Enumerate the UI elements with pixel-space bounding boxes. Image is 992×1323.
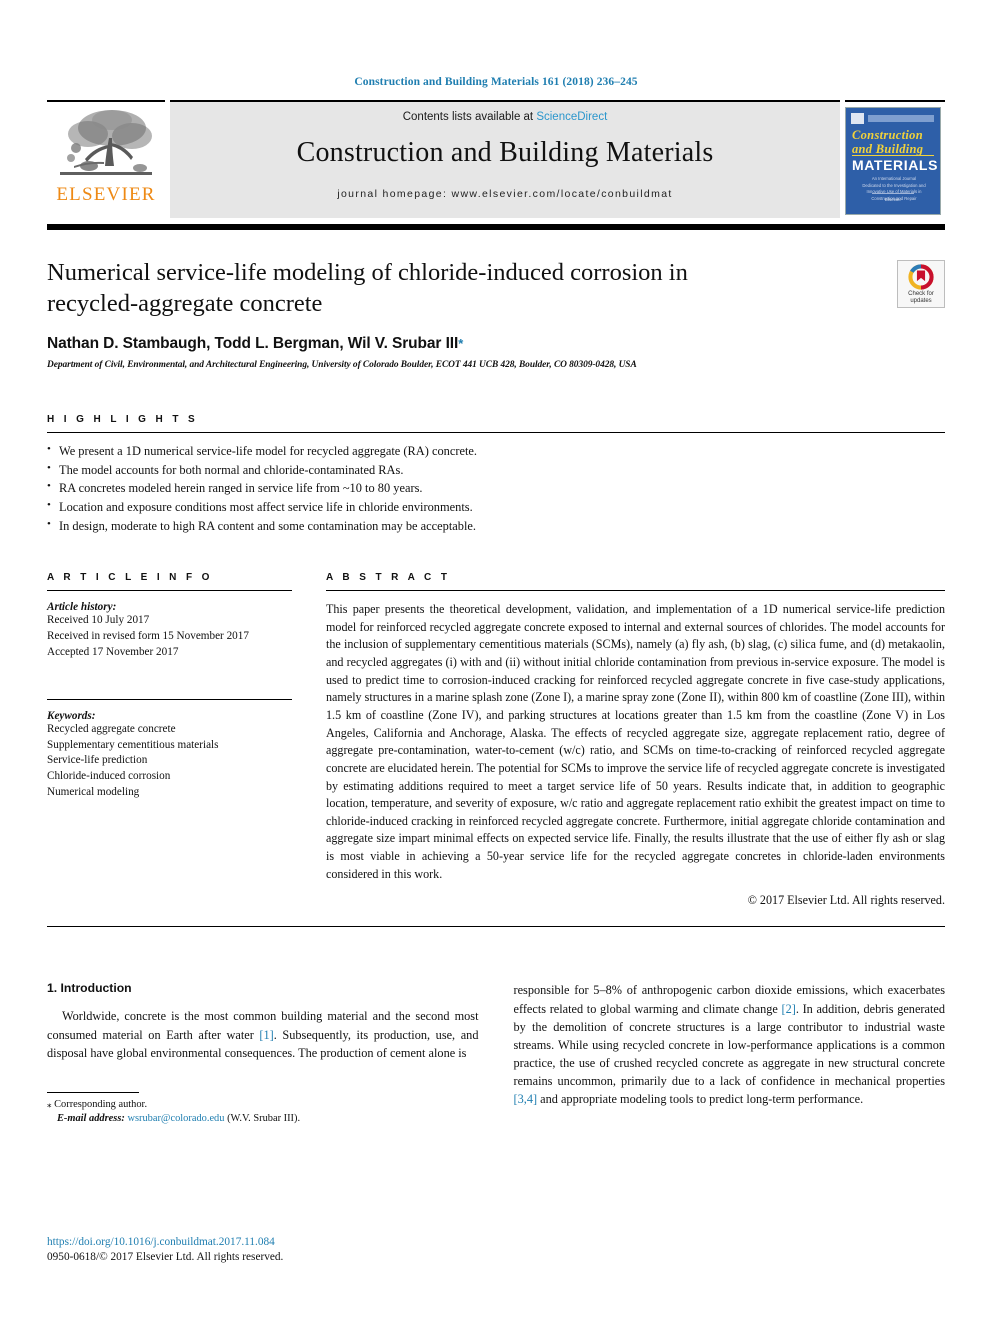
body-column-right: responsible for 5–8% of anthropogenic ca… <box>514 981 946 1107</box>
intro-paragraph-left: Worldwide, concrete is the most common b… <box>47 1007 479 1061</box>
abstract-rule <box>326 589 945 591</box>
footnote-block: ⁎ Corresponding author. E-mail address: … <box>47 1091 457 1128</box>
journal-cover-thumbnail: Construction and Building MATERIALS An I… <box>845 107 941 215</box>
email-label: E-mail address: <box>57 1113 125 1125</box>
crossmark-badge[interactable]: Check for updates <box>897 260 945 308</box>
footnote-star: ⁎ <box>47 1098 52 1109</box>
abstract-text: This paper presents the theoretical deve… <box>326 601 945 881</box>
title-block: Numerical service-life modeling of chlor… <box>47 258 945 370</box>
cover-publisher-mark-icon <box>851 113 864 124</box>
section-heading-introduction: 1. Introduction <box>47 981 132 996</box>
highlights-rule <box>47 431 945 433</box>
email-owner: (W.V. Srubar III). <box>227 1113 301 1125</box>
article-history: Article history: Received 10 July 2017 R… <box>47 601 292 661</box>
article-info-rule <box>47 589 292 591</box>
intro-paragraph-right: responsible for 5–8% of anthropogenic ca… <box>514 981 946 1107</box>
history-revised: Received in revised form 15 November 201… <box>47 629 249 642</box>
masthead-center: Contents lists available at ScienceDirec… <box>170 100 840 218</box>
page-title: Numerical service-life modeling of chlor… <box>47 259 688 317</box>
cover-footer: Elsevier <box>872 193 914 202</box>
history-accepted: Accepted 17 November 2017 <box>47 645 179 658</box>
keyword-item: Numerical modeling <box>47 786 140 799</box>
sciencedirect-link[interactable]: ScienceDirect <box>536 111 607 123</box>
abstract-copyright: © 2017 Elsevier Ltd. All rights reserved… <box>747 893 945 908</box>
running-head: Construction and Building Materials 161 … <box>354 76 638 88</box>
list-item: Location and exposure conditions most af… <box>47 497 945 517</box>
contents-prefix: Contents lists available at <box>402 111 537 123</box>
cover-title-line3: MATERIALS <box>852 157 939 173</box>
author-list: Nathan D. Stambaugh, Todd L. Bergman, Wi… <box>47 335 945 353</box>
body-column-left: 1. Introduction Worldwide, concrete is t… <box>47 981 479 1127</box>
footnote-corresponding-text: Corresponding author. <box>54 1098 148 1110</box>
highlights-section: H I G H L I G H T S We present a 1D nume… <box>47 414 945 536</box>
keyword-item: Supplementary cementitious materials <box>47 738 219 751</box>
citation-ref-34[interactable]: [3,4] <box>514 1092 538 1106</box>
citation-ref-1[interactable]: [1] <box>259 1028 273 1042</box>
highlights-label: H I G H L I G H T S <box>47 413 199 425</box>
masthead-bottom-rule <box>47 224 945 230</box>
abstract-bottom-rule <box>47 926 945 928</box>
info-abstract-row: A R T I C L E I N F O Article history: R… <box>47 572 945 909</box>
journal-cover-wrap: Construction and Building MATERIALS An I… <box>845 100 945 218</box>
highlights-list: We present a 1D numerical service-life m… <box>47 441 945 536</box>
article-history-label: Article history: <box>47 600 117 613</box>
elsevier-tree-icon <box>60 110 152 175</box>
cover-divider <box>852 155 934 156</box>
issn-copyright: 0950-0618/© 2017 Elsevier Ltd. All right… <box>47 1250 284 1263</box>
footnote-rule <box>47 1091 139 1093</box>
keywords-label: Keywords: <box>47 709 96 722</box>
list-item: RA concretes modeled herein ranged in se… <box>47 478 945 498</box>
article-page: Construction and Building Materials 161 … <box>0 0 992 1323</box>
journal-homepage-link[interactable]: journal homepage: www.elsevier.com/locat… <box>337 188 672 200</box>
article-info-section: A R T I C L E I N F O Article history: R… <box>47 572 292 801</box>
email-link[interactable]: wsrubar@colorado.edu <box>127 1113 224 1124</box>
elsevier-logo: ELSEVIER <box>47 100 165 218</box>
crossmark-icon <box>908 264 934 290</box>
keywords-block: Keywords: Recycled aggregate concrete Su… <box>47 710 292 802</box>
journal-title: Construction and Building Materials <box>296 137 714 168</box>
crossmark-line2: updates <box>910 297 932 304</box>
page-footer: https://doi.org/10.1016/j.conbuildmat.20… <box>47 1235 467 1266</box>
footnote-corresponding: ⁎ Corresponding author. <box>47 1098 457 1113</box>
keywords-rule <box>47 698 292 700</box>
crossmark-line1: Check for <box>908 291 934 297</box>
list-item: In design, moderate to high RA content a… <box>47 516 945 536</box>
affiliation: Department of Civil, Environmental, and … <box>47 359 637 370</box>
body-columns: 1. Introduction Worldwide, concrete is t… <box>47 981 945 1127</box>
article-info-label: A R T I C L E I N F O <box>47 571 213 583</box>
doi-link[interactable]: https://doi.org/10.1016/j.conbuildmat.20… <box>47 1235 467 1250</box>
crossmark-label: Check for updates <box>908 291 934 304</box>
cover-top-bar <box>868 115 934 122</box>
list-item: The model accounts for both normal and c… <box>47 460 945 480</box>
cover-title-line1: Construction <box>852 128 923 142</box>
abstract-section: A B S T R A C T This paper presents the … <box>326 572 945 909</box>
keyword-item: Service-life prediction <box>47 754 148 767</box>
journal-masthead: ELSEVIER Contents lists available at Sci… <box>47 100 945 218</box>
contents-line: Contents lists available at ScienceDirec… <box>403 111 608 123</box>
intro-right-part3: and appropriate modeling tools to predic… <box>537 1091 864 1106</box>
corresponding-author-marker: * <box>458 335 464 351</box>
author-names: Nathan D. Stambaugh, Todd L. Bergman, Wi… <box>47 334 459 352</box>
history-received: Received 10 July 2017 <box>47 613 150 626</box>
citation-ref-2[interactable]: [2] <box>782 1002 796 1016</box>
elsevier-wordmark: ELSEVIER <box>56 184 156 205</box>
keyword-item: Chloride-induced corrosion <box>47 770 171 783</box>
keyword-item: Recycled aggregate concrete <box>47 722 176 735</box>
footnote-email-line: E-mail address: wsrubar@colorado.edu (W.… <box>47 1112 457 1127</box>
abstract-label: A B S T R A C T <box>326 571 451 583</box>
list-item: We present a 1D numerical service-life m… <box>47 441 945 461</box>
